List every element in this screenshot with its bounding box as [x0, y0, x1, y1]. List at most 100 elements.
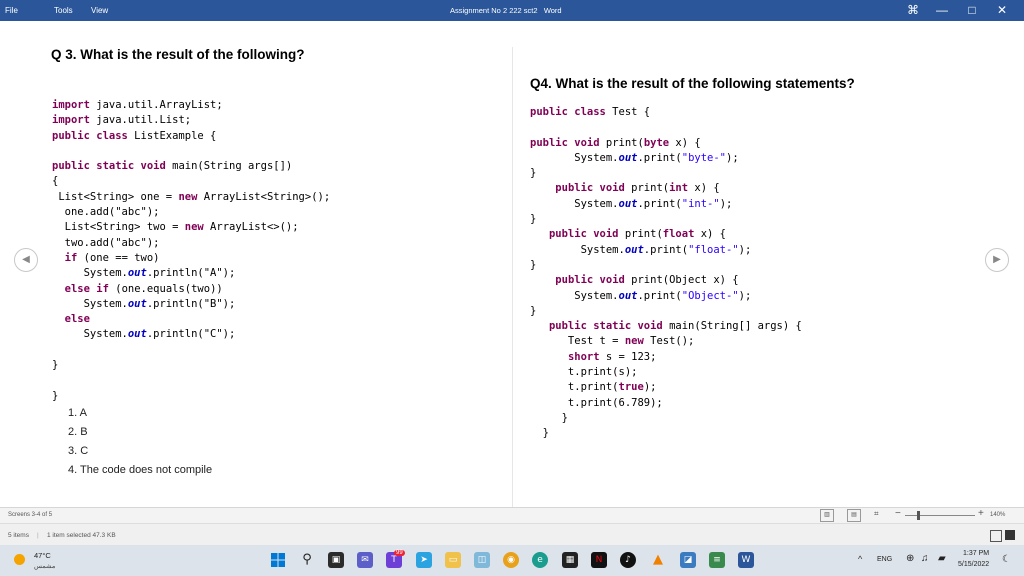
notification-badge: 99	[394, 550, 405, 556]
q3-code-line: }	[52, 389, 59, 402]
q3-code-line: System.out.println("B");	[52, 297, 236, 310]
q4-code-line: public static void main(String[] args) {	[548, 320, 802, 333]
q3-code-line: else	[64, 313, 90, 326]
calculator-icon[interactable]: ▦	[562, 552, 578, 568]
q3-code-line	[52, 343, 330, 358]
tiktok-icon[interactable]: ♪	[620, 552, 636, 568]
q3-code-line: import java.util.ArrayList;	[52, 99, 223, 111]
read-mode-icon[interactable]: ▥	[820, 509, 834, 522]
q3-code-line: System.out.println("C");	[52, 328, 236, 341]
q4-code-line: System.out.print("Object-");	[530, 289, 752, 302]
search-icon[interactable]: ⚲	[299, 552, 315, 568]
q3-option-1: 1. A	[68, 407, 87, 419]
q4-code-line: System.out.print("int-");	[530, 197, 733, 210]
print-layout-icon[interactable]: ▤	[847, 509, 861, 522]
q3-code-line: public static void main(String args[])	[52, 160, 293, 173]
weather-desc: مشمس	[34, 563, 56, 570]
q3-code-line: List<String> one = new ArrayList<String>…	[52, 190, 331, 203]
q3-code-line: else if (one.equals(two))	[64, 282, 223, 295]
telegram-icon[interactable]: ➤	[416, 552, 432, 568]
maximize-button[interactable]: □	[964, 2, 980, 18]
q3-code-line	[52, 144, 330, 159]
task-view-icon[interactable]: ▣	[328, 552, 344, 568]
q4-code-line: t.print(s);	[530, 366, 638, 379]
q4-code-line: short s = 123;	[567, 350, 657, 363]
screens-status: Screens 3-4 of 5	[8, 512, 53, 518]
explorer-status-bar: 5 items | 1 item selected 47.3 KB	[0, 523, 1024, 546]
image-viewer-icon[interactable]: ◪	[680, 552, 696, 568]
q4-code-line: }	[530, 304, 537, 317]
q3-code-line: two.add("abc");	[52, 236, 160, 249]
vlc-icon[interactable]: ▲	[650, 552, 666, 568]
menu-view[interactable]: View	[91, 6, 108, 15]
q4-code-line: t.print(true);	[530, 381, 657, 394]
menu-tools[interactable]: Tools	[54, 6, 73, 15]
q3-code-line: one.add("abc");	[52, 206, 160, 219]
chevron-right-icon: ▶	[993, 254, 1001, 265]
status-bar: Screens 3-4 of 5 ▥ ▤ ⌗ − + 140%	[0, 507, 1024, 523]
minimize-button[interactable]: —	[934, 2, 950, 18]
q4-code-line: }	[530, 213, 537, 226]
weather-temp[interactable]: 47°C	[34, 551, 51, 560]
chat-icon[interactable]: ✉	[357, 552, 373, 568]
netflix-icon[interactable]: N	[591, 552, 607, 568]
chevron-left-icon: ◀	[22, 254, 30, 265]
q3-code-line: if (one == two)	[64, 251, 160, 264]
menu-file[interactable]: File	[5, 6, 18, 15]
q4-code-line: public void print(float x) {	[548, 228, 726, 241]
q3-code-line	[52, 373, 330, 388]
photos-icon[interactable]: ◫	[474, 552, 490, 568]
details-view-icon[interactable]	[990, 530, 1002, 542]
clock-time[interactable]: 1:37 PM	[963, 550, 989, 557]
chrome-icon[interactable]: ◉	[503, 552, 519, 568]
weather-sun-icon[interactable]	[14, 554, 25, 565]
q3-code-block: import java.util.ArrayList; import java.u…	[52, 98, 330, 404]
file-explorer-icon[interactable]: ▭	[445, 552, 461, 568]
web-layout-icon[interactable]: ⌗	[874, 509, 879, 519]
word-icon[interactable]: W	[738, 552, 754, 568]
notification-icon[interactable]: ☾	[1002, 554, 1011, 565]
items-count: 5 items	[8, 532, 29, 539]
q3-code-line: import java.util.List;	[52, 114, 192, 127]
q3-option-3: 3. C	[68, 445, 89, 457]
q4-code-line	[530, 120, 802, 135]
restore-icon[interactable]: ⌘	[905, 2, 921, 18]
q4-code-block: public class Test { public void print(by…	[530, 105, 802, 442]
zoom-slider[interactable]	[905, 515, 975, 516]
taskbar: 47°C مشمس ⚲ ▣ ✉ T 99 ➤ ▭ ◫ ◉ e ▦ N ♪ ▲ ◪…	[0, 545, 1024, 576]
title-bar: File Tools View Assignment No 2 222 sct2…	[0, 0, 1024, 21]
edge-icon[interactable]: e	[532, 552, 548, 568]
windows-start-icon[interactable]	[270, 552, 286, 568]
zoom-slider-thumb[interactable]	[917, 511, 920, 520]
q4-code-line: System.out.print("byte-");	[530, 151, 739, 164]
q4-code-line: }	[530, 411, 568, 424]
network-icon[interactable]: ⊕	[906, 553, 914, 564]
q3-code-line: }	[52, 359, 59, 372]
clock-date[interactable]: 5/15/2022	[958, 561, 989, 568]
zoom-in-button[interactable]: +	[978, 508, 984, 519]
close-button[interactable]: ✕	[994, 2, 1010, 18]
zoom-out-button[interactable]: −	[895, 508, 901, 519]
q3-option-2: 2. B	[68, 426, 88, 438]
prev-page-button[interactable]: ◀	[14, 248, 38, 272]
large-icons-view-icon[interactable]	[1005, 530, 1015, 540]
battery-icon[interactable]: ▰	[938, 553, 946, 564]
divider: |	[37, 532, 39, 539]
next-page-button[interactable]: ▶	[985, 248, 1009, 272]
zoom-level: 140%	[990, 512, 1006, 518]
q3-option-4: 4. The code does not compile	[68, 464, 213, 476]
document-canvas: Q 3. What is the result of the following…	[0, 21, 1024, 523]
q4-code-line: public void print(byte x) {	[530, 136, 701, 149]
q3-code-line: System.out.println("A");	[52, 267, 236, 280]
tray-chevron-up-icon[interactable]: ^	[858, 554, 862, 564]
notepad-icon[interactable]: ≡	[709, 552, 725, 568]
slide-divider	[512, 47, 513, 523]
q3-title: Q 3. What is the result of the following…	[51, 47, 305, 62]
q3-code-line: public class ListExample {	[52, 129, 217, 142]
q4-code-line: Test t = new Test();	[530, 335, 695, 348]
volume-icon[interactable]: ♫	[921, 553, 929, 564]
language-indicator[interactable]: ENG	[877, 556, 892, 563]
q4-code-line: }	[530, 167, 537, 180]
q4-title: Q4. What is the result of the following …	[530, 76, 855, 91]
q4-code-line: }	[530, 427, 549, 440]
